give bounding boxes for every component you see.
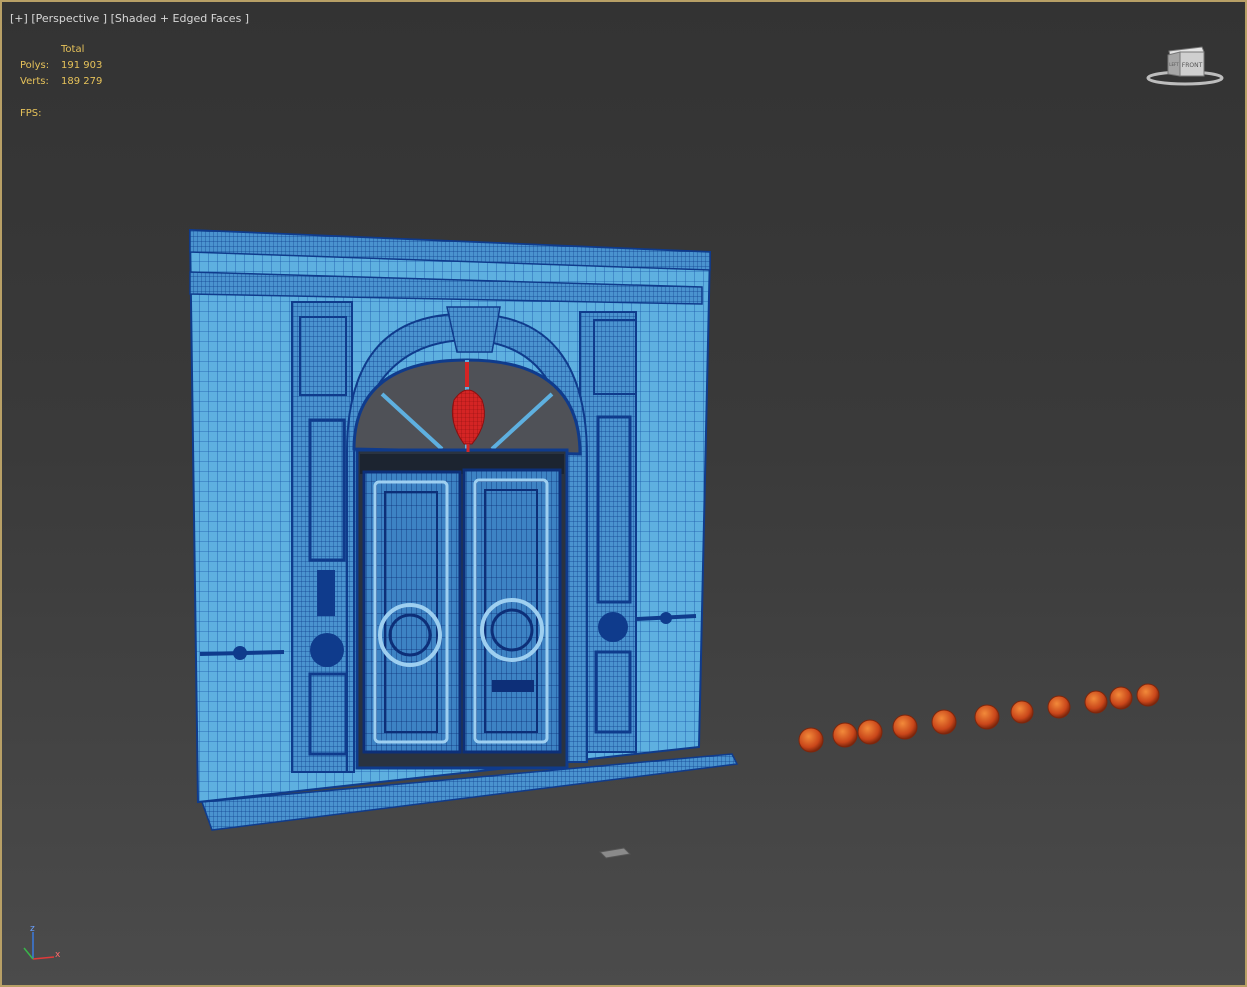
corbel-right (593, 319, 637, 395)
perspective-viewport[interactable]: [+] [Perspective ] [Shaded + Edged Faces… (0, 0, 1247, 987)
sphere-array[interactable] (798, 683, 1160, 753)
sphere[interactable] (832, 722, 858, 748)
sphere[interactable] (798, 727, 824, 753)
sphere[interactable] (1136, 683, 1160, 707)
viewcube[interactable]: FRONT LEFT (1146, 46, 1224, 86)
sphere[interactable] (1109, 686, 1133, 710)
wall-medallion-left (310, 633, 344, 667)
sphere[interactable] (974, 704, 1000, 730)
corbel-left (299, 316, 347, 396)
axis-gizmo: z x (23, 924, 61, 960)
wall-plaque-left (317, 570, 335, 616)
sphere[interactable] (857, 719, 883, 745)
scene-canvas: FRONT LEFT z x (23, 46, 1224, 960)
viewcube-front-label: FRONT (1182, 62, 1203, 69)
axis-x-line (32, 956, 55, 960)
sphere[interactable] (1047, 695, 1071, 719)
keystone (446, 306, 501, 353)
mail-slot (492, 680, 534, 692)
viewcube-left-label: LEFT (1169, 62, 1179, 67)
wall-medallion-right (598, 612, 628, 642)
axis-x-label: x (55, 950, 61, 960)
rail-right-knob (660, 612, 672, 624)
sphere[interactable] (1010, 700, 1034, 724)
axis-z-label: z (30, 924, 35, 934)
axis-y-line (23, 947, 34, 960)
sphere[interactable] (892, 714, 918, 740)
sphere[interactable] (931, 709, 957, 735)
ground-marker (598, 847, 632, 859)
door-facade-model[interactable] (188, 228, 739, 831)
rail-left-knob (233, 646, 247, 660)
sphere[interactable] (1084, 690, 1108, 714)
